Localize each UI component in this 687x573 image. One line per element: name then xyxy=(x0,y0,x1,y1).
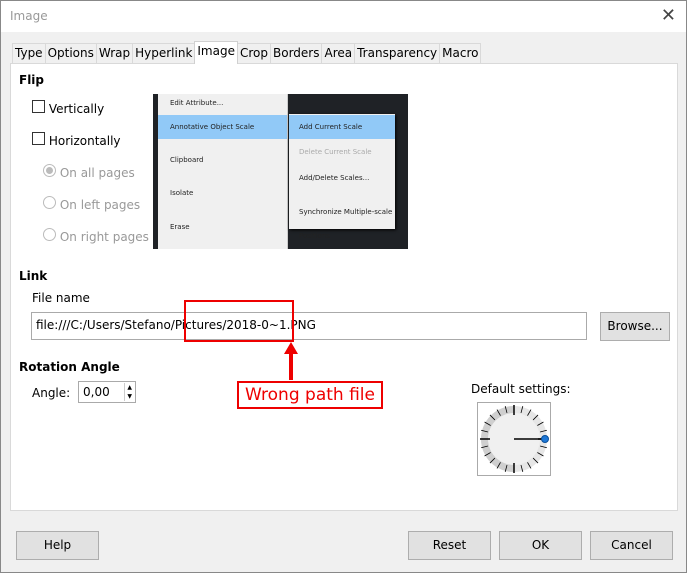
cancel-button[interactable]: Cancel xyxy=(590,531,673,560)
horizontally-label: Horizontally xyxy=(48,134,121,148)
tab-hyperlink[interactable]: Hyperlink xyxy=(132,43,196,64)
angle-label: Angle: xyxy=(32,386,71,400)
preview-menu-item: Annotative Object Scale xyxy=(158,115,287,139)
preview-menu-item: Edit Attribute... xyxy=(170,99,224,107)
vertically-checkbox[interactable]: Vertically xyxy=(32,100,104,116)
tab-macro[interactable]: Macro xyxy=(439,43,482,64)
tab-type[interactable]: Type xyxy=(12,43,46,64)
tab-wrap[interactable]: Wrap xyxy=(95,43,134,64)
vertically-label: Vertically xyxy=(48,102,105,116)
help-button[interactable]: Help xyxy=(16,531,99,560)
preview-menu-item: Isolate xyxy=(170,189,194,197)
annotation-callout: Wrong path file xyxy=(237,381,383,409)
rotation-heading: Rotation Angle xyxy=(19,360,120,374)
image-tab-panel: Flip Vertically Horizontally On all page… xyxy=(10,63,678,511)
title-bar: Image ✕ xyxy=(1,1,686,32)
left-pages-radio[interactable]: On left pages xyxy=(43,196,140,212)
preview-submenu-item: Delete Current Scale xyxy=(299,148,372,156)
tab-bar: Type Options Wrap Hyperlink Image Crop Borders… xyxy=(12,41,482,64)
preview-submenu-item: Synchronize Multiple-scale Positions xyxy=(299,208,393,240)
tab-image[interactable]: Image xyxy=(194,41,238,64)
angle-spinbox[interactable]: 0,00 ▲ ▼ xyxy=(78,381,136,403)
image-dialog: Image ✕ Type Options Wrap Hyperlink Image Cro… xyxy=(0,0,687,573)
rotation-dial[interactable] xyxy=(477,402,551,476)
tab-transparency[interactable]: Transparency xyxy=(354,43,441,64)
left-pages-label: On left pages xyxy=(59,198,141,212)
preview-submenu: Add Current Scale Delete Current Scale A… xyxy=(289,114,395,240)
file-name-input[interactable]: file:///C:/Users/Stefano/Pictures/2018-0… xyxy=(31,312,587,340)
preview-submenu-item: Add/Delete Scales... xyxy=(299,174,370,182)
tab-area[interactable]: Area xyxy=(321,43,356,64)
right-pages-label: On right pages xyxy=(59,230,149,244)
ok-button[interactable]: OK xyxy=(499,531,582,560)
tab-crop[interactable]: Crop xyxy=(236,43,271,64)
tab-borders[interactable]: Borders xyxy=(270,43,323,64)
browse-button[interactable]: Browse... xyxy=(600,312,670,341)
close-icon[interactable]: ✕ xyxy=(661,5,676,26)
file-name-label: File name xyxy=(32,291,90,305)
spin-arrows-icon[interactable]: ▲ ▼ xyxy=(124,383,134,401)
preview-menu-item: Clipboard xyxy=(170,156,204,164)
horizontally-checkbox[interactable]: Horizontally xyxy=(32,132,121,148)
preview-context-menu: Edit Attribute... Annotative Object Scal… xyxy=(158,94,288,249)
default-settings-label: Default settings: xyxy=(471,382,571,396)
flip-heading: Flip xyxy=(19,73,45,87)
dial-handle xyxy=(541,435,549,443)
annotation-highlight-box xyxy=(184,300,294,342)
link-heading: Link xyxy=(19,269,48,283)
dialog-title: Image xyxy=(10,9,48,23)
annotation-arrow-icon xyxy=(284,342,298,380)
all-pages-label: On all pages xyxy=(59,166,135,180)
reset-button[interactable]: Reset xyxy=(408,531,491,560)
tab-options[interactable]: Options xyxy=(44,43,97,64)
all-pages-radio[interactable]: On all pages xyxy=(43,164,135,180)
preview-submenu-item: Add Current Scale xyxy=(289,115,395,139)
angle-value: 0,00 xyxy=(83,385,110,399)
preview-menu-item: Erase xyxy=(170,223,190,231)
right-pages-radio[interactable]: On right pages xyxy=(43,228,149,244)
image-preview: Edit Attribute... Annotative Object Scal… xyxy=(153,94,408,249)
